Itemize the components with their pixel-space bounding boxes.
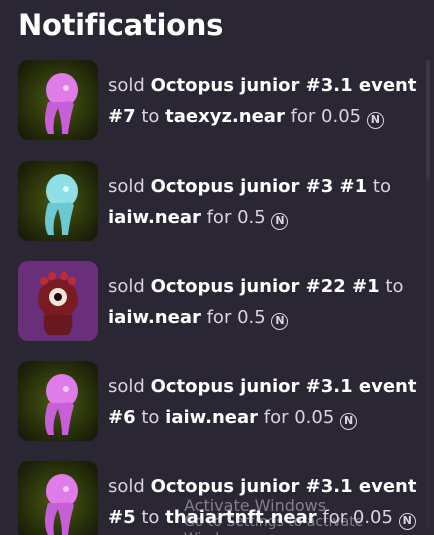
nft-thumbnail[interactable] bbox=[18, 161, 98, 241]
nft-thumbnail[interactable] bbox=[18, 261, 98, 341]
connector-text: for bbox=[206, 207, 232, 228]
activation-watermark: Activate Windows Go to Settings to activ… bbox=[184, 497, 434, 535]
action-text: sold bbox=[108, 176, 145, 197]
notification-text: sold Octopus junior #3 #1 to iaiw.near f… bbox=[108, 171, 420, 233]
nft-thumbnail[interactable] bbox=[18, 461, 98, 535]
notifications-panel: Notifications sold Octopus junior #3.1 e… bbox=[0, 0, 434, 535]
near-icon: N bbox=[340, 413, 358, 430]
buyer-name[interactable]: iaiw.near bbox=[108, 207, 201, 228]
notification-item[interactable]: sold Octopus junior #3.1 event #6 to iai… bbox=[18, 361, 418, 443]
nft-item-name[interactable]: Octopus junior #22 #1 bbox=[151, 276, 380, 297]
buyer-name[interactable]: iaiw.near bbox=[108, 307, 201, 328]
connector-text: for bbox=[290, 106, 316, 127]
action-text: sold bbox=[108, 75, 145, 96]
buyer-name[interactable]: iaiw.near bbox=[165, 407, 258, 428]
near-icon: N bbox=[271, 213, 289, 230]
nft-item-name[interactable]: Octopus junior #3 #1 bbox=[151, 176, 368, 197]
price-value: 0.05 bbox=[321, 106, 362, 127]
buyer-name[interactable]: taexyz.near bbox=[165, 106, 285, 127]
price-value: 0.05 bbox=[294, 407, 335, 428]
action-text: sold bbox=[108, 276, 145, 297]
notification-item[interactable]: sold Octopus junior #3 #1 to iaiw.near f… bbox=[18, 161, 418, 243]
red-octopus-image bbox=[18, 261, 98, 341]
notification-text: sold Octopus junior #3.1 event #6 to iai… bbox=[108, 371, 420, 433]
notification-text: sold Octopus junior #22 #1 to iaiw.near … bbox=[108, 271, 420, 333]
action-text: sold bbox=[108, 376, 145, 397]
connector-text: for bbox=[206, 307, 232, 328]
near-icon: N bbox=[271, 313, 289, 330]
connector-text: for bbox=[263, 407, 289, 428]
nft-thumbnail[interactable] bbox=[18, 361, 98, 441]
scrollbar[interactable] bbox=[426, 60, 430, 530]
connector-text: to bbox=[141, 106, 160, 127]
pink-octopus-image bbox=[18, 361, 98, 441]
pink-octopus-image bbox=[18, 60, 98, 140]
price-value: 0.5 bbox=[237, 307, 266, 328]
connector-text: to bbox=[141, 407, 160, 428]
notification-item[interactable]: sold Octopus junior #22 #1 to iaiw.near … bbox=[18, 261, 418, 343]
price-value: 0.5 bbox=[237, 207, 266, 228]
connector-text: to bbox=[385, 276, 404, 297]
cyan-octopus-image bbox=[18, 161, 98, 241]
near-icon: N bbox=[366, 112, 384, 129]
page-title: Notifications bbox=[18, 8, 224, 42]
connector-text: to bbox=[141, 507, 160, 528]
connector-text: to bbox=[372, 176, 391, 197]
pink-octopus-image bbox=[18, 461, 98, 535]
notification-item[interactable]: sold Octopus junior #3.1 event #7 to tae… bbox=[18, 60, 418, 142]
notification-text: sold Octopus junior #3.1 event #7 to tae… bbox=[108, 70, 420, 132]
nft-thumbnail[interactable] bbox=[18, 60, 98, 140]
watermark-title: Activate Windows bbox=[184, 496, 327, 515]
watermark-subtitle: Go to Settings to activate Windows. bbox=[184, 514, 364, 535]
scrollbar-thumb[interactable] bbox=[426, 60, 430, 180]
action-text: sold bbox=[108, 476, 145, 497]
